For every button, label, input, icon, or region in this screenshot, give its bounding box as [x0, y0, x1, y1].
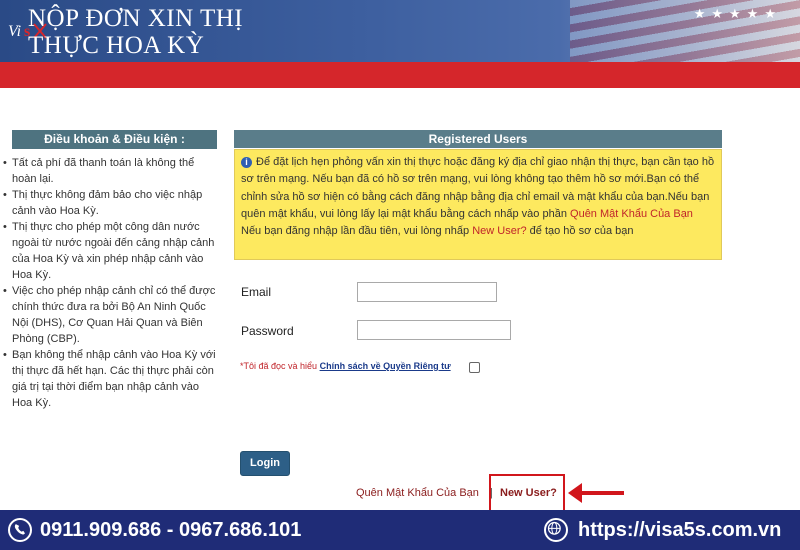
flag-stars: ★★★★★	[693, 6, 782, 21]
phone-numbers: 0911.909.686 - 0967.686.101	[40, 519, 302, 541]
password-label: Password	[241, 324, 294, 338]
new-user-highlight-box	[489, 474, 565, 512]
password-input[interactable]	[357, 320, 511, 340]
page-title-line-2: THỰC HOA KỲ	[28, 32, 205, 59]
notice-text-2: Nếu bạn đăng nhập lần đầu tiên, vui lòng…	[241, 225, 470, 238]
forgot-password-link[interactable]: Quên Mật Khẩu Của Bạn	[356, 487, 479, 499]
page-title: NỘP ĐƠN XIN THỊ THỰC HOA KỲ	[28, 5, 243, 59]
login-button[interactable]: Login	[240, 451, 290, 476]
page-title-line-1: NỘP ĐƠN XIN THỊ	[28, 5, 244, 32]
notice-text-3: để tạo hồ sơ của bạn	[529, 225, 634, 238]
website-url[interactable]: https://visa5s.com.vn	[578, 519, 781, 542]
registration-notice: i Để đặt lịch hẹn phỏng vấn xin thị thực …	[234, 149, 722, 260]
terms-heading: Điều khoản & Điều kiện :	[12, 130, 217, 149]
pointing-arrow-icon	[568, 483, 624, 503]
globe-icon	[544, 518, 568, 542]
term-item: Việc cho phép nhập cảnh chỉ có thể được …	[3, 283, 222, 347]
notice-new-user-link[interactable]: New User?	[472, 225, 526, 237]
terms-section: Điều khoản & Điều kiện : Tất cả phí đã t…	[0, 130, 222, 411]
term-item: Bạn không thể nhập cảnh vào Hoa Kỳ với t…	[3, 347, 222, 411]
privacy-required-text: *Tôi đã đọc và hiểu	[240, 361, 318, 371]
header-red-bar	[0, 62, 800, 88]
privacy-checkbox[interactable]	[469, 362, 480, 373]
contact-footer: 0911.909.686 - 0967.686.101 https://visa…	[0, 510, 800, 550]
email-input[interactable]	[357, 282, 497, 302]
privacy-agreement: *Tôi đã đọc và hiểu Chính sách về Quyền …	[240, 361, 451, 371]
term-item: Thị thực cho phép một công dân nước ngoà…	[3, 219, 222, 283]
notice-forgot-password-link[interactable]: Quên Mật Khẩu Của Bạn	[570, 208, 693, 220]
phone-icon	[8, 518, 32, 542]
email-label: Email	[241, 285, 272, 299]
terms-list: Tất cả phí đã thanh toán là không thể ho…	[0, 155, 222, 411]
term-item: Tất cả phí đã thanh toán là không thể ho…	[3, 155, 222, 187]
page-header: ★★★★★ Vi s NỘP ĐƠN XIN THỊ THỰC HOA KỲ	[0, 0, 800, 62]
svg-text:Vi: Vi	[8, 23, 21, 40]
registered-users-heading: Registered Users	[234, 130, 722, 148]
privacy-policy-link[interactable]: Chính sách về Quyền Riêng tư	[320, 361, 451, 371]
info-icon: i	[241, 157, 252, 168]
term-item: Thị thực không đảm bảo cho việc nhập cản…	[3, 187, 222, 219]
